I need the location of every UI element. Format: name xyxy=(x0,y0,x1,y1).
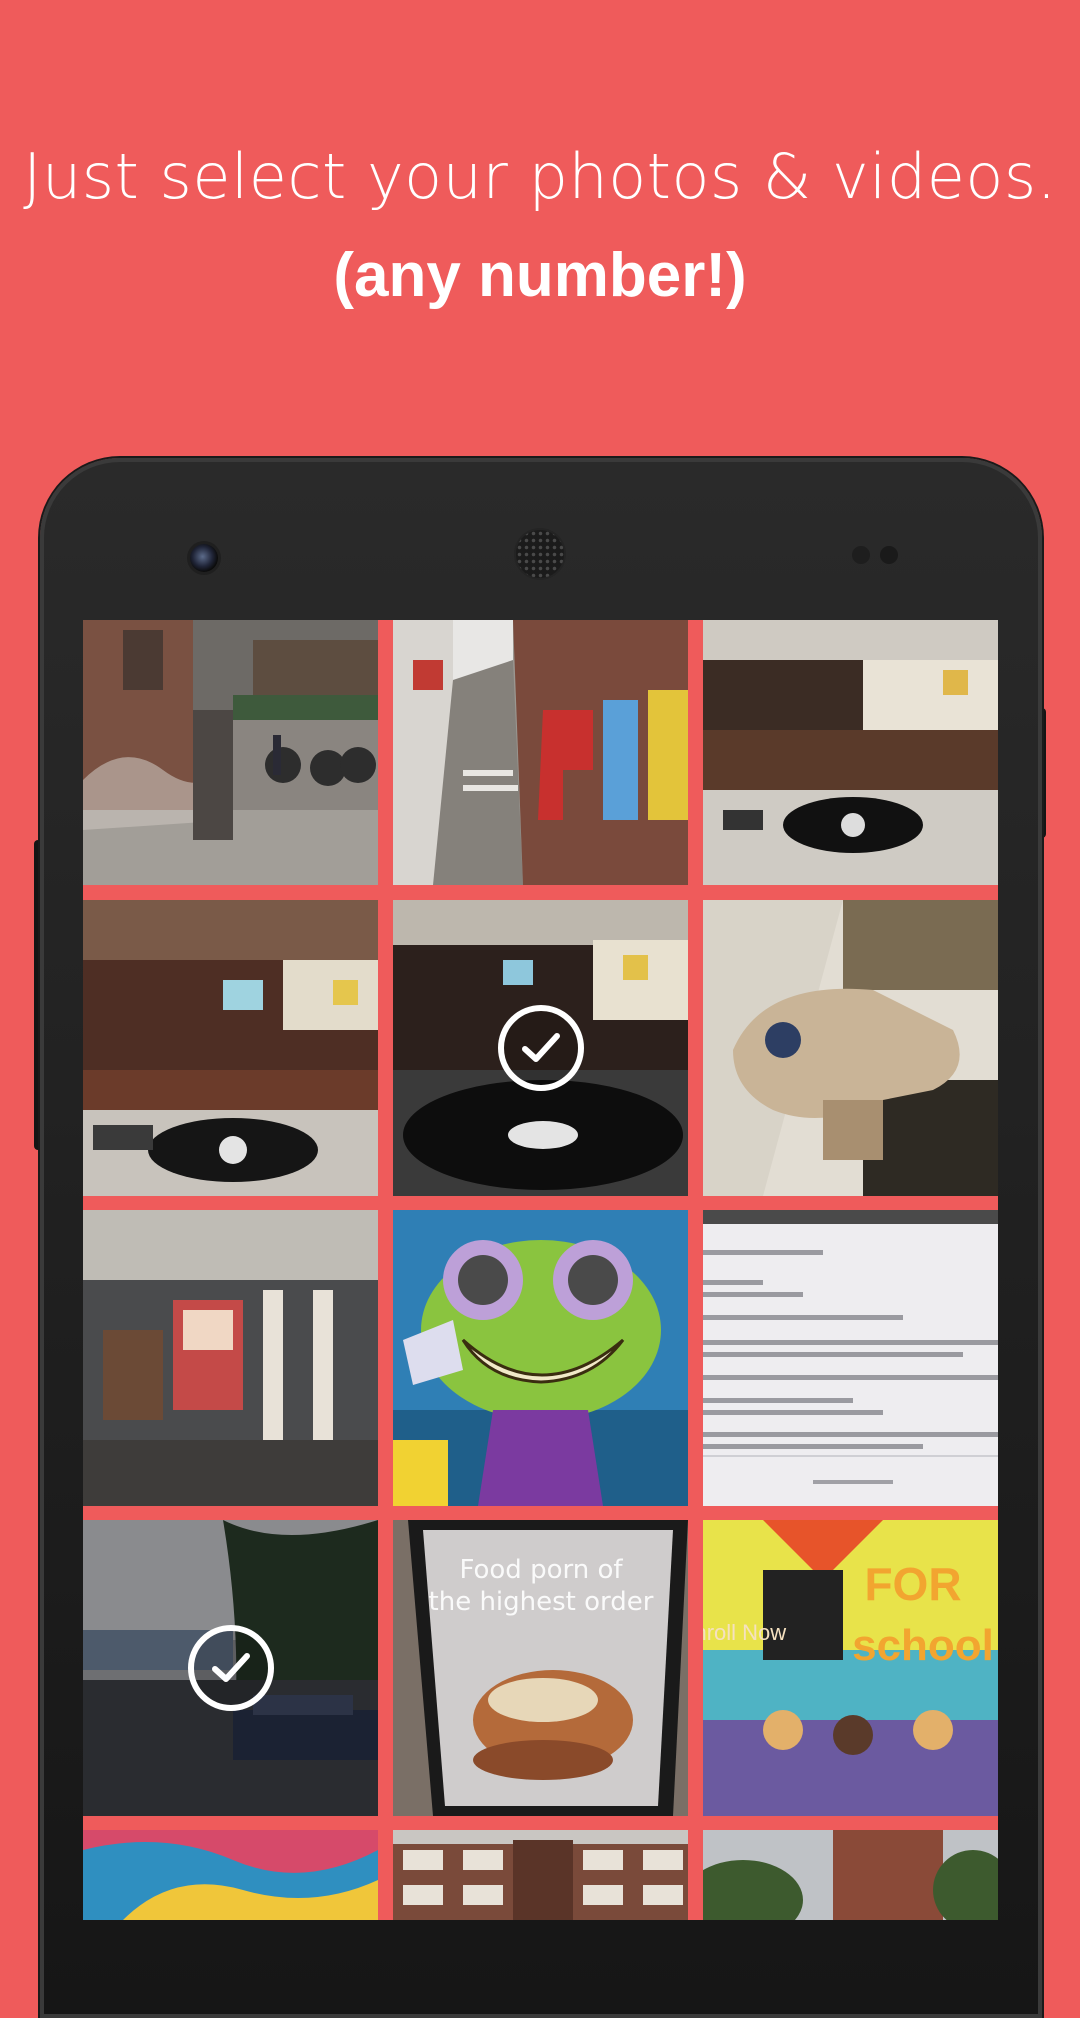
food-poster-text-2: the highest order xyxy=(429,1587,654,1617)
photo-tile[interactable] xyxy=(83,1210,378,1506)
photo-tile[interactable] xyxy=(703,620,998,885)
subheadline: (any number!) xyxy=(333,241,747,310)
mural-school-text: school xyxy=(852,1621,994,1670)
photo-tile[interactable]: FOR school Enroll Now xyxy=(703,1520,998,1816)
earpiece-speaker-icon xyxy=(516,530,564,578)
food-poster-text-1: Food porn of xyxy=(459,1555,623,1585)
photo-tile[interactable] xyxy=(83,620,378,885)
mural-for-text: FOR xyxy=(864,1558,961,1610)
photo-tile[interactable] xyxy=(703,900,998,1196)
photo-tile[interactable]: Food porn of the highest order xyxy=(393,1520,688,1816)
proximity-sensor xyxy=(852,546,870,564)
light-sensor xyxy=(880,546,898,564)
photo-tile[interactable] xyxy=(83,1520,378,1816)
headline: Just select your photos & videos. xyxy=(23,140,1057,213)
phone-screen: Food porn of the highest order FOR schoo… xyxy=(83,620,998,1920)
photo-tile[interactable] xyxy=(703,1210,998,1506)
checkmark-circle-icon xyxy=(497,1005,584,1091)
photo-tile[interactable] xyxy=(83,900,378,1196)
checkmark-circle-icon xyxy=(187,1625,274,1711)
front-camera-icon xyxy=(190,544,218,572)
mural-enroll-text: Enroll Now xyxy=(703,1620,786,1645)
photo-tile[interactable] xyxy=(393,620,688,885)
photo-tile[interactable] xyxy=(83,1830,378,1920)
photo-tile[interactable] xyxy=(393,1830,688,1920)
photo-tile[interactable] xyxy=(393,900,688,1196)
photo-tile[interactable] xyxy=(703,1830,998,1920)
photo-tile[interactable] xyxy=(393,1210,688,1506)
